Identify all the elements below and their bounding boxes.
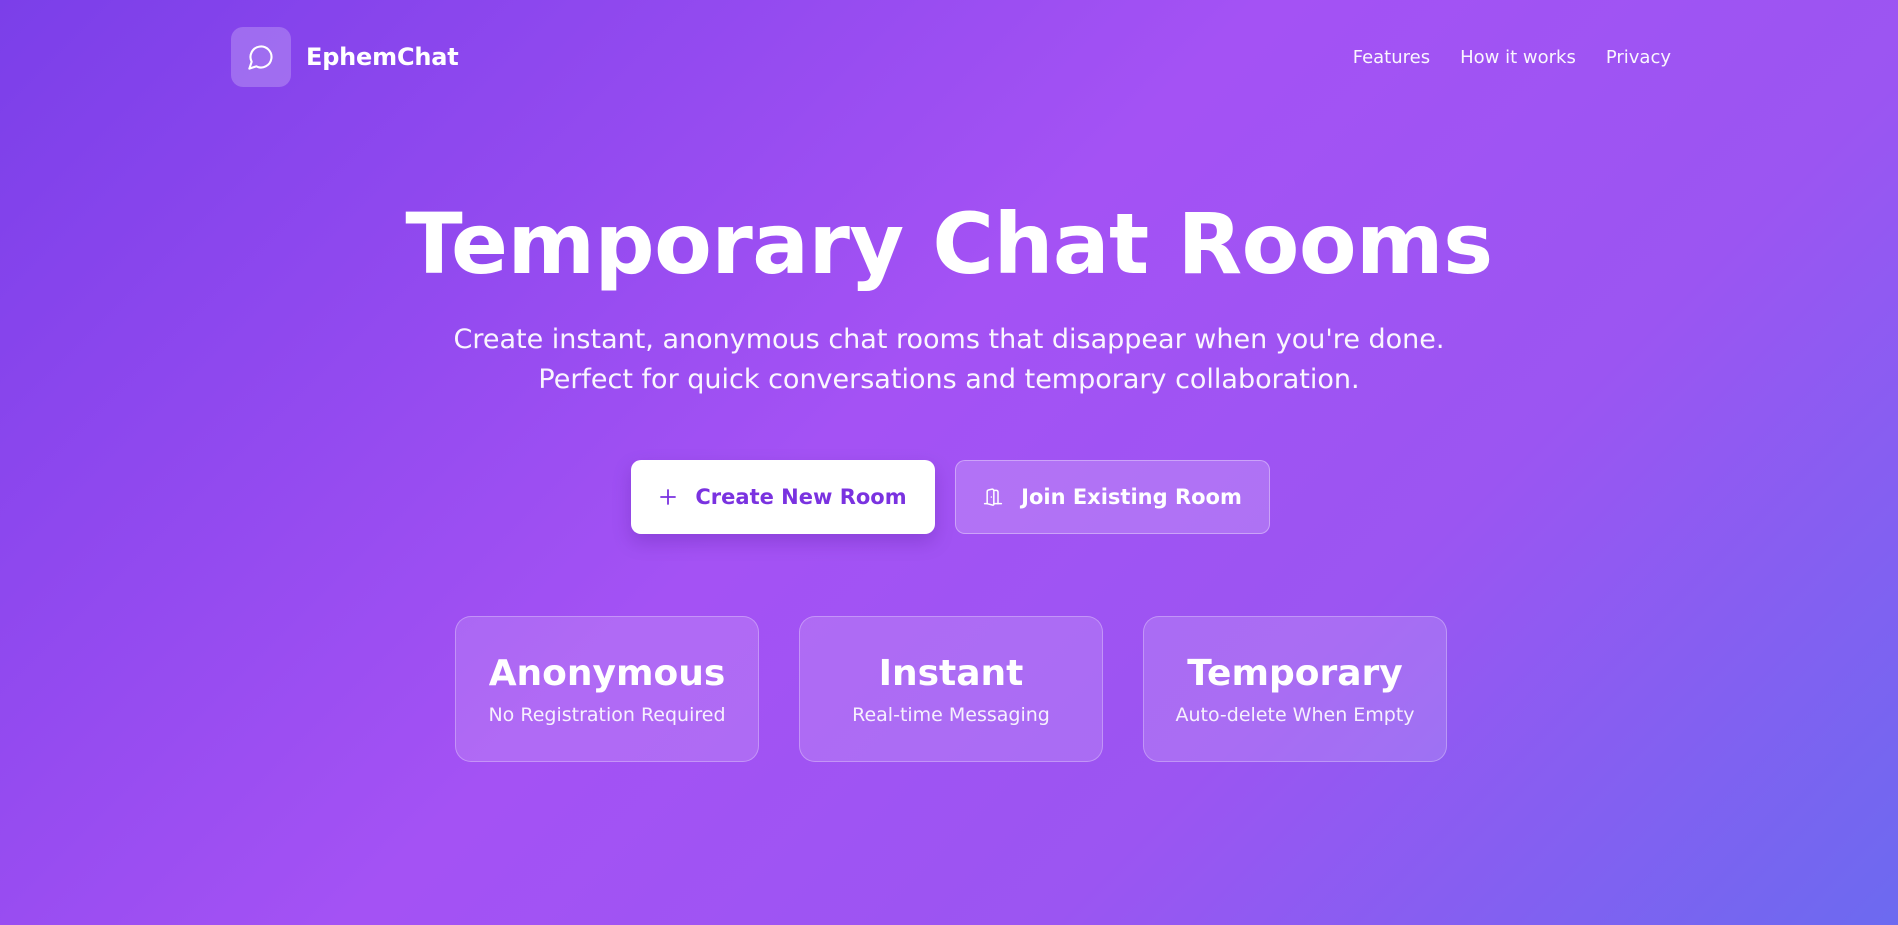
feature-title: Temporary bbox=[1187, 653, 1403, 694]
feature-card-instant: Instant Real-time Messaging bbox=[799, 616, 1103, 762]
logo bbox=[231, 27, 291, 87]
feature-card-temporary: Temporary Auto-delete When Empty bbox=[1143, 616, 1447, 762]
plus-icon bbox=[659, 488, 677, 506]
hero-subtitle: Create instant, anonymous chat rooms tha… bbox=[453, 324, 1445, 395]
feature-subtitle: No Registration Required bbox=[488, 704, 726, 726]
brand-name: EphemChat bbox=[306, 43, 459, 71]
feature-cards: Anonymous No Registration Required Insta… bbox=[455, 616, 1447, 762]
chat-bubble-icon bbox=[247, 43, 275, 71]
feature-title: Instant bbox=[878, 653, 1024, 694]
main-nav: Features How it works Privacy bbox=[1353, 27, 1671, 87]
create-room-button[interactable]: Create New Room bbox=[631, 460, 935, 534]
landing-page: EphemChat Features How it works Privacy … bbox=[0, 0, 1898, 925]
feature-card-anonymous: Anonymous No Registration Required bbox=[455, 616, 759, 762]
join-room-label: Join Existing Room bbox=[1021, 485, 1242, 509]
hero-actions: Create New Room Join Existing Room bbox=[631, 460, 1270, 534]
nav-link-features[interactable]: Features bbox=[1353, 47, 1430, 68]
hero-title: Temporary Chat Rooms bbox=[405, 195, 1493, 293]
feature-subtitle: Auto-delete When Empty bbox=[1175, 704, 1415, 726]
nav-link-how-it-works[interactable]: How it works bbox=[1460, 47, 1576, 68]
brand[interactable]: EphemChat bbox=[231, 27, 459, 87]
door-open-icon bbox=[983, 487, 1003, 507]
create-room-label: Create New Room bbox=[695, 485, 907, 509]
feature-title: Anonymous bbox=[488, 653, 726, 694]
join-room-button[interactable]: Join Existing Room bbox=[955, 460, 1270, 534]
nav-link-privacy[interactable]: Privacy bbox=[1606, 47, 1671, 68]
feature-subtitle: Real-time Messaging bbox=[852, 704, 1050, 726]
top-header: EphemChat Features How it works Privacy bbox=[231, 27, 1671, 87]
